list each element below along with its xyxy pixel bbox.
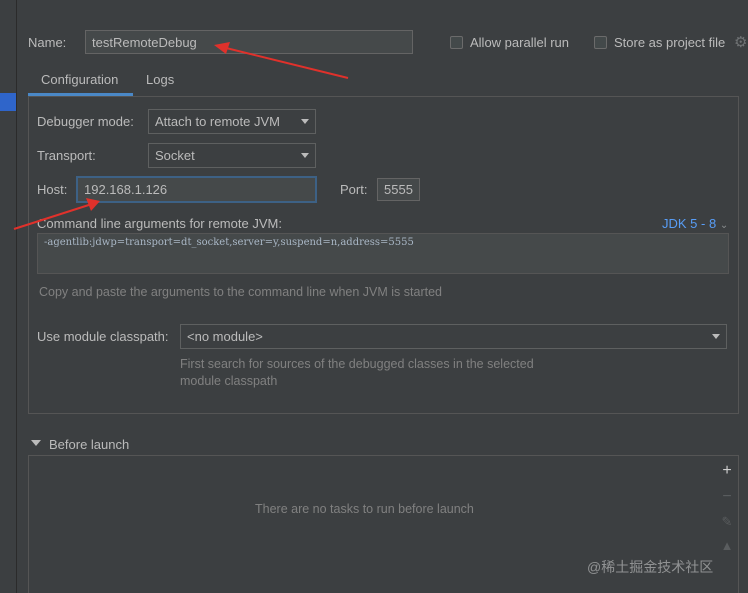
watermark: @稀土掘金技术社区	[587, 559, 714, 575]
annotation-arrow-host	[13, 198, 100, 230]
annotation-arrow-name	[214, 42, 349, 79]
annotation-arrows	[13, 42, 349, 230]
